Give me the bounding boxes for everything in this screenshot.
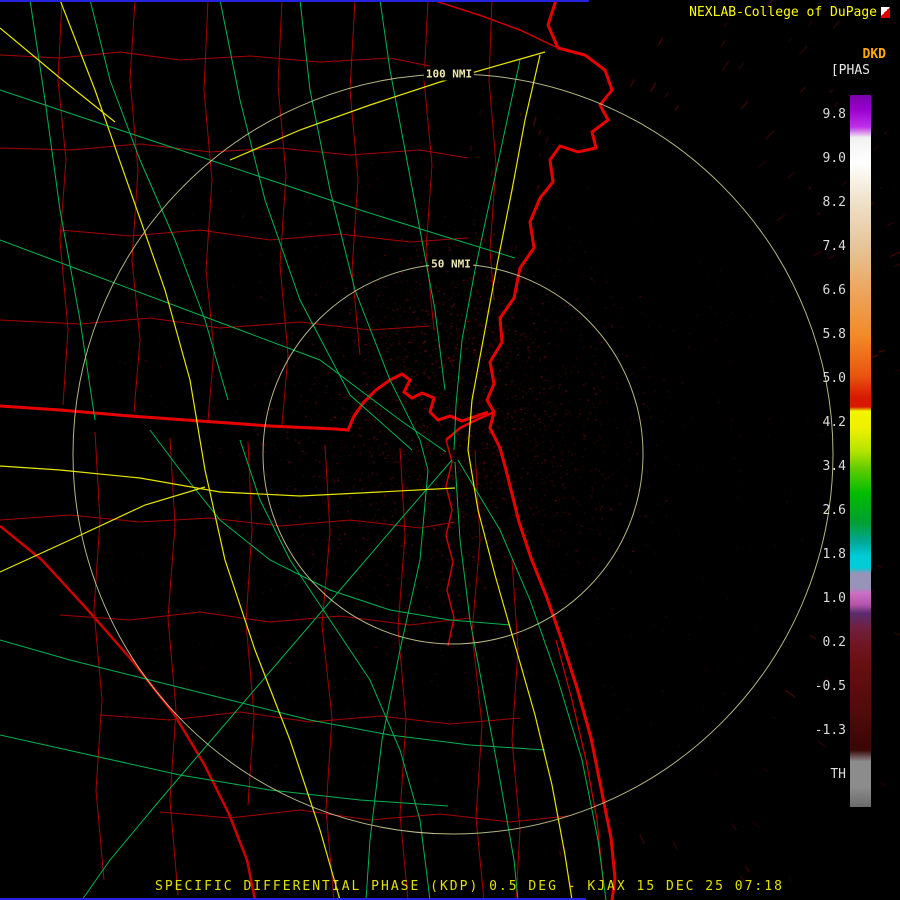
- colorbar-tick-label: 5.8: [822, 327, 846, 342]
- range-ring-label-100nmi: 100 NMI: [423, 67, 475, 81]
- county-boundary: [59, 229, 469, 243]
- road-green: [0, 734, 449, 807]
- road-yellow: [467, 54, 573, 900]
- state-line-path: [0, 372, 489, 432]
- river-path: [0, 525, 257, 900]
- product-units-label: [PHAS: [830, 63, 870, 78]
- colorbar-tick-label: 4.2: [822, 415, 846, 430]
- colorbar-tick-label: 6.6: [822, 283, 846, 298]
- caption: SPECIFIC DIFFERENTIAL PHASE (KDP) 0.5 DE…: [155, 879, 784, 894]
- county-boundary: [99, 711, 521, 725]
- colorbar-tick-label: 8.2: [822, 195, 846, 210]
- river-path: [445, 439, 455, 647]
- range-ring: [72, 73, 834, 835]
- road-green: [457, 459, 607, 900]
- colorbar-tick-label: 1.0: [822, 591, 846, 606]
- road-green: [0, 89, 516, 259]
- colorbar-tick-label: 9.8: [822, 107, 846, 122]
- border-top-line: [0, 0, 589, 2]
- colorbar-tick-label: 9.0: [822, 151, 846, 166]
- radar-display: 100 NMI 50 NMI NEXLAB-College of DuPage …: [0, 0, 900, 900]
- road-green: [299, 0, 429, 900]
- county-boundary: [321, 444, 335, 900]
- road-green: [219, 0, 413, 451]
- attribution-text: NEXLAB-College of DuPage: [689, 5, 877, 20]
- road-yellow: [0, 27, 116, 123]
- colorbar-tick-label: 0.2: [822, 635, 846, 650]
- county-boundary: [277, 0, 289, 426]
- colorbar-tick-label: -0.5: [814, 679, 846, 694]
- county-boundary: [349, 0, 361, 356]
- road-green: [89, 0, 229, 401]
- range-ring-label-50nmi: 50 NMI: [429, 257, 473, 271]
- road-yellow: [0, 465, 456, 497]
- colorbar-strip: [850, 95, 871, 807]
- county-boundary: [0, 143, 469, 159]
- cod-logo-icon: [881, 7, 890, 18]
- colorbar-tick-label: 7.4: [822, 239, 846, 254]
- map-vector-layer: [0, 0, 834, 900]
- county-boundary: [93, 431, 105, 881]
- product-code-label: DKD: [862, 47, 886, 62]
- county-boundary: [0, 51, 431, 67]
- attribution: NEXLAB-College of DuPage: [689, 5, 890, 20]
- colorbar-tick-label: 5.0: [822, 371, 846, 386]
- county-boundary: [488, 0, 497, 301]
- county-boundary: [0, 317, 431, 331]
- river-path: [431, 0, 559, 49]
- county-boundary: [167, 437, 179, 896]
- road-green: [453, 59, 521, 451]
- colorbar-tick-label: TH: [830, 767, 846, 782]
- coastline-path: [485, 0, 617, 900]
- county-boundary: [203, 0, 215, 421]
- county-boundary: [511, 559, 521, 900]
- range-ring: [262, 263, 644, 645]
- road-yellow: [59, 0, 341, 900]
- county-boundary: [57, 0, 69, 406]
- colorbar-tick-label: -1.3: [814, 723, 846, 738]
- colorbar-tick-label: 3.4: [822, 459, 846, 474]
- colorbar-tick-label: 1.8: [822, 547, 846, 562]
- colorbar-tick-label: 2.6: [822, 503, 846, 518]
- county-boundary: [245, 441, 255, 806]
- road-yellow: [229, 51, 546, 161]
